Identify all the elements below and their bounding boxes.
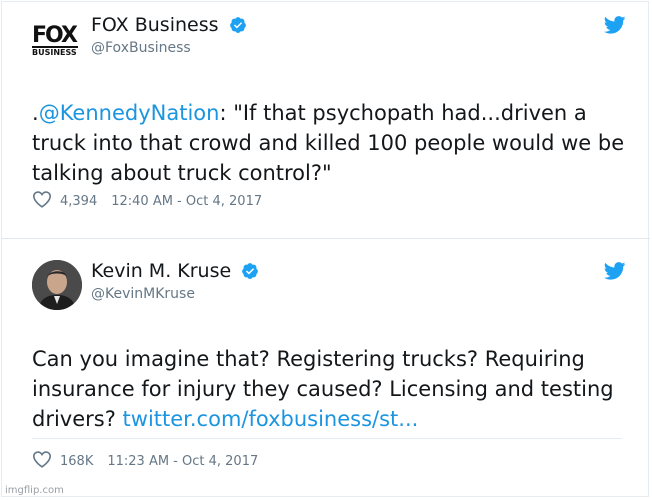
heart-icon[interactable]	[32, 450, 52, 472]
tweet-text-prefix: .	[32, 101, 39, 125]
author-name[interactable]: Kevin M. Kruse	[91, 260, 259, 285]
tweet-meta: 168K 11:23 AM - Oct 4, 2017	[32, 450, 258, 472]
meta-divider	[32, 438, 622, 439]
like-count: 168K	[60, 453, 94, 469]
author-handle[interactable]: @FoxBusiness	[91, 40, 191, 56]
avatar[interactable]	[32, 260, 82, 310]
verified-badge-icon	[241, 262, 259, 285]
author-name-text[interactable]: Kevin M. Kruse	[91, 260, 231, 282]
twitter-bird-icon[interactable]	[603, 16, 626, 38]
fox-business-logo: FOX BUSINESS	[32, 23, 80, 57]
avatar-photo	[32, 260, 82, 310]
tweet-kevin-kruse: Kevin M. Kruse @KevinMKruse Can you imag…	[2, 238, 650, 498]
imgflip-watermark: imgflip.com	[5, 485, 64, 496]
business-logo-text: BUSINESS	[32, 46, 78, 57]
tweet-link[interactable]: twitter.com/foxbusiness/st...	[123, 407, 419, 431]
mention-link[interactable]: @KennedyNation	[39, 101, 220, 125]
heart-icon[interactable]	[32, 190, 52, 212]
timestamp[interactable]: 11:23 AM - Oct 4, 2017	[107, 454, 258, 469]
tweet-meta: 4,394 12:40 AM - Oct 4, 2017	[32, 190, 262, 212]
author-name[interactable]: FOX Business	[91, 14, 247, 39]
twitter-bird-icon[interactable]	[603, 262, 626, 284]
tweet-screenshot-frame: FOX BUSINESS FOX Business @FoxBusiness .…	[1, 1, 650, 498]
tweet-fox-business: FOX BUSINESS FOX Business @FoxBusiness .…	[2, 2, 650, 239]
fox-logo-text: FOX	[32, 23, 78, 48]
avatar[interactable]: FOX BUSINESS	[32, 18, 82, 68]
timestamp[interactable]: 12:40 AM - Oct 4, 2017	[111, 194, 262, 209]
verified-badge-icon	[229, 16, 247, 39]
author-name-text[interactable]: FOX Business	[91, 14, 219, 36]
like-count: 4,394	[60, 193, 98, 209]
tweet-text: .@KennedyNation: "If that psychopath had…	[32, 98, 632, 188]
tweet-text: Can you imagine that? Registering trucks…	[32, 344, 632, 434]
author-handle[interactable]: @KevinMKruse	[91, 286, 195, 302]
